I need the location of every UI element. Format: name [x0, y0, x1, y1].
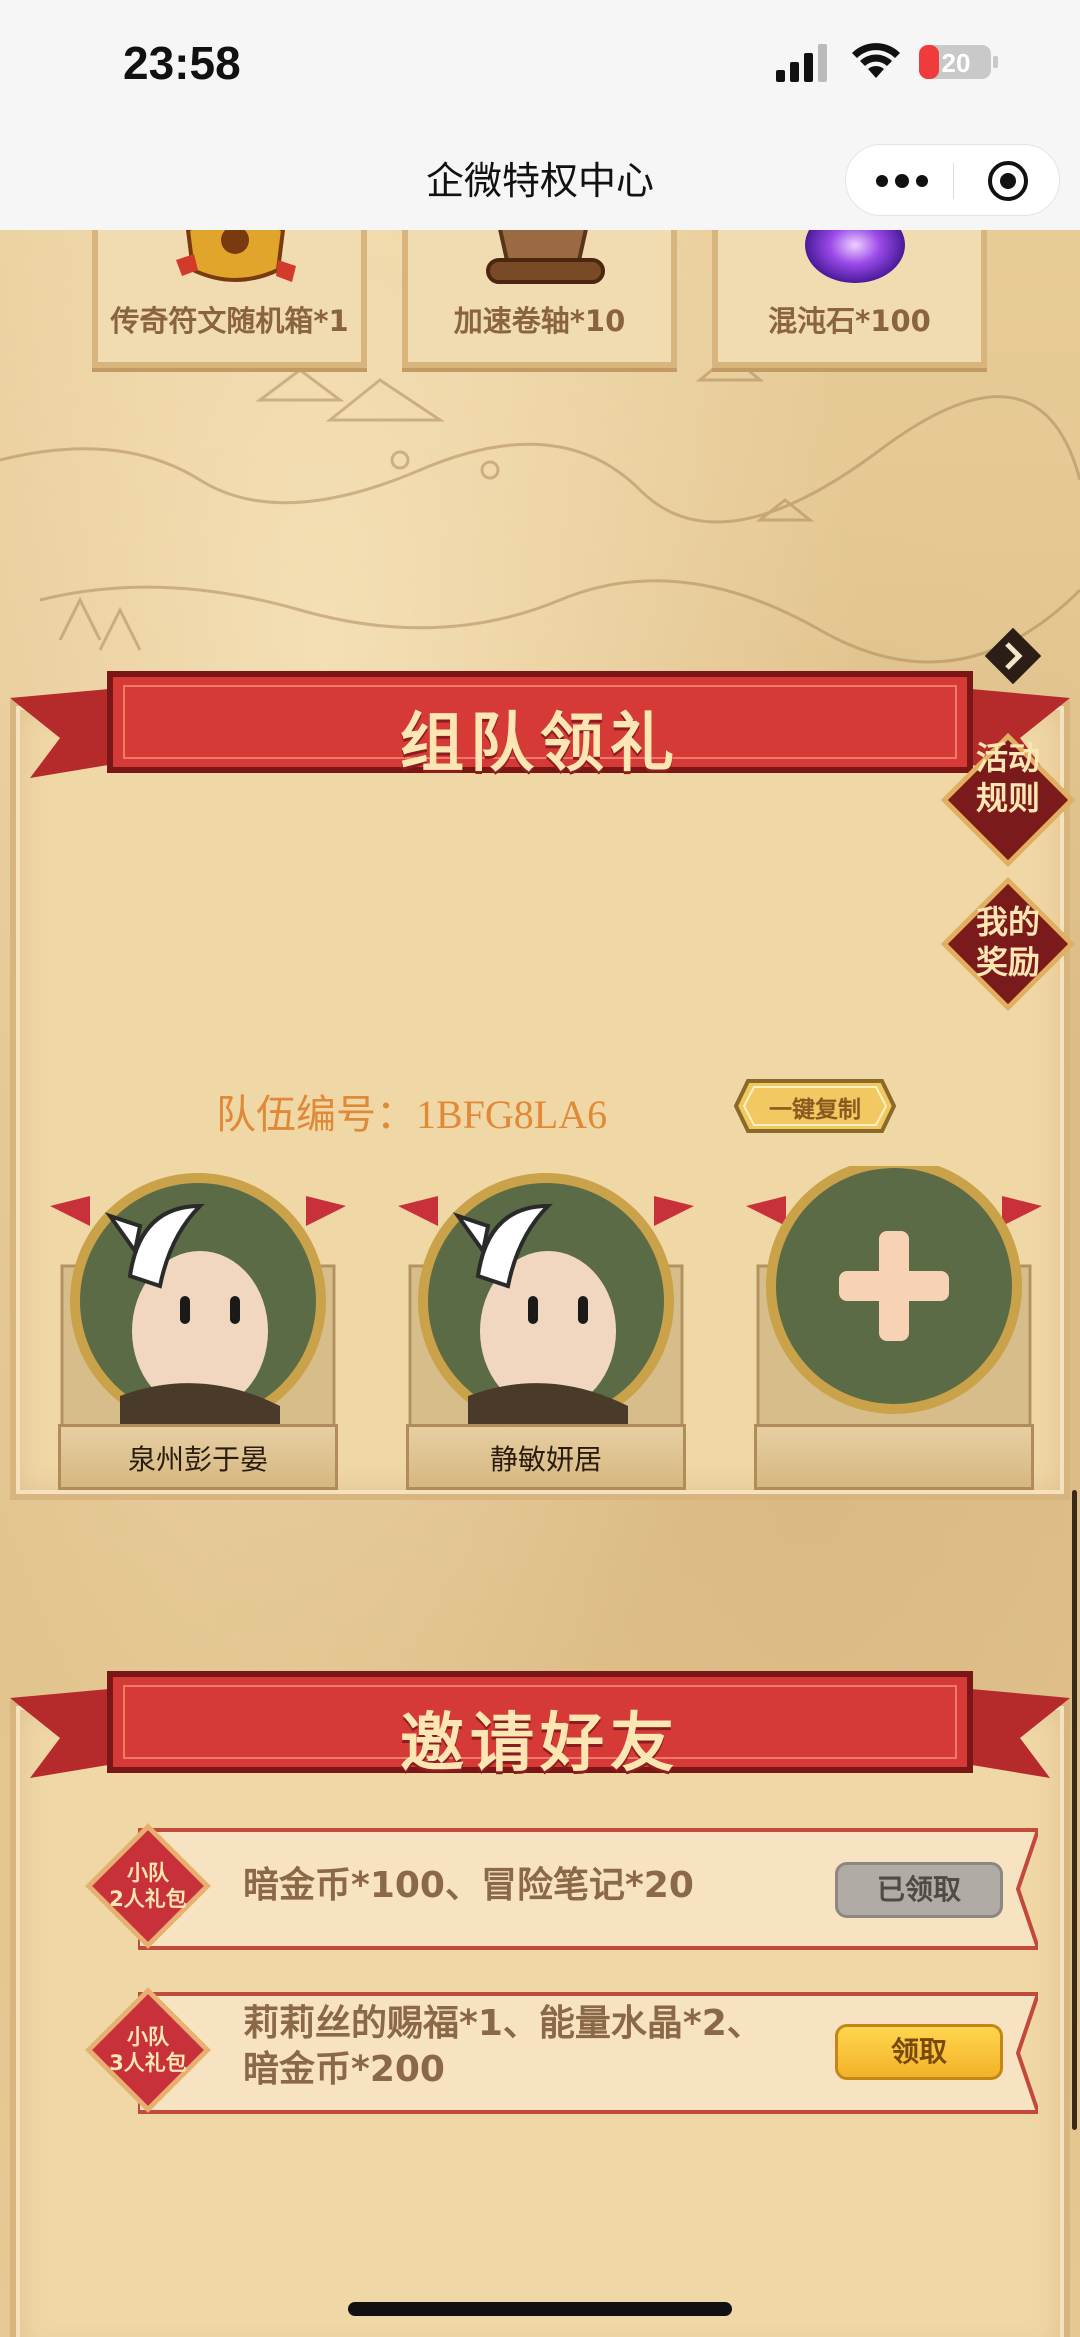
mini-program-nav-bar: 企微特权中心: [0, 130, 1080, 230]
my-rewards-label: 我的 奖励: [975, 903, 1040, 981]
gift-description: 暗金币*100、冒险笔记*20: [243, 1865, 694, 1906]
wifi-icon: [852, 43, 900, 78]
team-id-text: 队伍编号：1BFG8LA6: [216, 1092, 608, 1137]
battery-icon: 20: [919, 45, 998, 79]
claimed-button[interactable]: 已领取: [835, 1862, 1003, 1918]
reward-label: 加速卷轴*10: [453, 304, 626, 338]
reward-card: 传奇符文随机箱*1: [92, 230, 367, 368]
rules-label: 活动 规则: [975, 739, 1040, 817]
battery-level: 20: [942, 48, 971, 78]
reward-card: 加速卷轴*10: [402, 230, 677, 368]
member-name: 静敏妍居: [489, 1443, 602, 1476]
invite-section-title: 邀请好友: [400, 1707, 680, 1781]
add-member-icon[interactable]: [746, 1166, 1042, 1436]
gift-description-line1: 莉莉丝的赐福*1、能量水晶*2、: [243, 2003, 763, 2044]
member-name: 泉州彭于晏: [127, 1443, 268, 1476]
member-avatar: [50, 1173, 346, 1436]
scroll-icon: [486, 230, 605, 284]
home-indicator[interactable]: [348, 2302, 732, 2316]
member-avatar: [398, 1173, 694, 1436]
gift-badge-line2: 2人礼包: [109, 1887, 187, 1911]
reward-label: 混沌石*100: [768, 304, 931, 338]
scroll-content[interactable]: 传奇符文随机箱*1 加速卷轴*10 混沌石*100 队伍编号：1BFG8LA6: [0, 230, 1080, 2337]
chaos-stone-icon: [805, 230, 905, 283]
gift-row: 小队 2人礼包 暗金币*100、冒险笔记*20 已领取: [78, 1816, 1038, 1950]
reward-label: 传奇符文随机箱*1: [110, 304, 349, 338]
team-member-slot[interactable]: 静敏妍居: [398, 1166, 708, 1496]
gift-row: 小队 3人礼包 莉莉丝的赐福*1、能量水晶*2、 暗金币*200 领取: [78, 1980, 1038, 2114]
gift-badge-line2: 3人礼包: [109, 2051, 187, 2075]
add-member-slot[interactable]: [746, 1166, 1056, 1496]
claim-button[interactable]: 领取: [835, 2024, 1003, 2080]
member-name-plate: [754, 1424, 1034, 1490]
status-bar: 23:58 20: [0, 0, 1080, 130]
team-section-title: 组队领礼: [400, 707, 680, 781]
team-panel: 队伍编号：1BFG8LA6 一键复制 泉州彭于晏 静敏妍居: [10, 700, 1070, 1500]
gift-badge-line1: 小队: [127, 2025, 169, 2049]
cellular-signal-icon: [776, 44, 827, 82]
gift-description-line2: 暗金币*200: [243, 2049, 445, 2090]
copy-button-label: 一键复制: [769, 1097, 861, 1123]
target-circle-icon[interactable]: [986, 159, 1030, 203]
team-member-slot[interactable]: 泉州彭于晏: [50, 1166, 360, 1496]
status-time: 23:58: [123, 37, 241, 89]
more-dots-icon[interactable]: [874, 167, 930, 195]
capsule-divider: [953, 163, 954, 199]
gift-badge-line1: 小队: [127, 1861, 169, 1885]
reward-card: 混沌石*100: [712, 230, 987, 368]
rune-chest-icon: [176, 230, 296, 282]
scrollbar[interactable]: [1072, 1490, 1077, 2130]
mini-program-capsule: [845, 144, 1060, 216]
